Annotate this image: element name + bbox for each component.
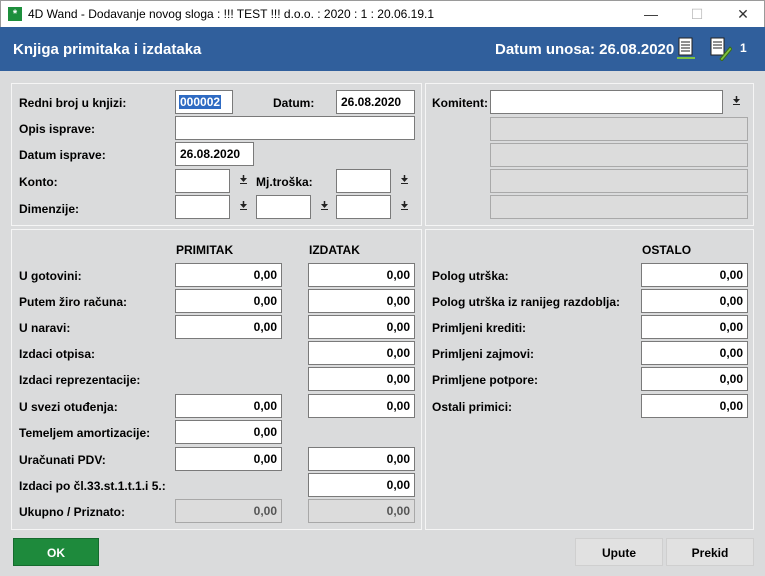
dimenzija-2-input[interactable] [256,195,311,219]
ostalo-header: OSTALO [642,243,692,257]
izdaci-cl33-label: Izdaci po čl.33.st.1.t.1.i 5.: [19,479,166,493]
dimenzija-3-input[interactable] [336,195,391,219]
datum-input[interactable]: 26.08.2020 [336,90,415,114]
ziro-racun-label: Putem žiro računa: [19,295,128,309]
opis-input[interactable] [175,116,415,140]
prekid-button[interactable]: Prekid [666,538,754,566]
window-titlebar: * 4D Wand - Dodavanje novog sloga : !!! … [0,0,765,27]
redni-broj-label: Redni broj u knjizi: [19,96,127,110]
u-naravi-primitak-input[interactable]: 0,00 [175,315,282,339]
download-arrow-icon [732,96,740,105]
close-button[interactable]: ✕ [720,1,765,28]
komitent-dropdown-button[interactable] [725,91,747,113]
komitent-detail-3 [490,169,748,193]
ukupno-primitak-value: 0,00 [175,499,282,523]
u-naravi-izdatak-input[interactable]: 0,00 [308,315,415,339]
edit-document-icon[interactable] [710,37,733,64]
u-svezi-otudjenja-primitak-input[interactable]: 0,00 [175,394,282,418]
primljene-potpore-label: Primljene potpore: [432,373,539,387]
ostali-primici-input[interactable]: 0,00 [641,394,748,418]
u-gotovini-izdatak-input[interactable]: 0,00 [308,263,415,287]
app-icon: * [8,7,22,21]
komitent-input[interactable] [490,90,723,114]
primljeni-krediti-input[interactable]: 0,00 [641,315,748,339]
amortizacija-primitak-input[interactable]: 0,00 [175,420,282,444]
redni-broj-value: 000002 [179,95,222,109]
download-arrow-icon [320,201,328,210]
komitent-detail-1 [490,117,748,141]
download-arrow-icon [239,175,247,184]
page-title: Knjiga primitaka i izdataka [13,41,202,58]
konto-input[interactable] [175,169,230,193]
dimenzija-1-input[interactable] [175,195,230,219]
primljeni-krediti-label: Primljeni krediti: [432,321,527,335]
polog-ranijeg-input[interactable]: 0,00 [641,289,748,313]
u-naravi-label: U naravi: [19,321,71,335]
amortizacija-label: Temeljem amortizacije: [19,426,151,440]
komitent-detail-4 [490,195,748,219]
ziro-racun-izdatak-input[interactable]: 0,00 [308,289,415,313]
izdatak-header: IZDATAK [309,243,360,257]
dimenzija-3-dropdown-button[interactable] [393,196,415,218]
u-svezi-otudjenja-izdatak-input[interactable]: 0,00 [308,394,415,418]
mj-troska-label: Mj.troška: [256,175,313,189]
download-arrow-icon [239,201,247,210]
uracunati-pdv-izdatak-input[interactable]: 0,00 [308,447,415,471]
ostali-primici-label: Ostali primici: [432,400,513,414]
datum-isprave-input[interactable]: 26.08.2020 [175,142,254,166]
dimenzija-1-dropdown-button[interactable] [232,196,254,218]
komitent-detail-2 [490,143,748,167]
form-header: Knjiga primitaka i izdataka Datum unosa:… [0,27,765,71]
ukupno-label: Ukupno / Priznato: [19,505,125,519]
ok-button[interactable]: OK [13,538,99,566]
download-arrow-icon [400,175,408,184]
izdaci-cl33-izdatak-input[interactable]: 0,00 [308,473,415,497]
primljene-potpore-input[interactable]: 0,00 [641,367,748,391]
izdaci-reprezentacije-label: Izdaci reprezentacije: [19,373,141,387]
minimize-button[interactable]: — [628,1,674,28]
mj-troska-dropdown-button[interactable] [393,170,415,192]
dimenzije-label: Dimenzije: [19,202,80,216]
polog-utrska-input[interactable]: 0,00 [641,263,748,287]
dimenzija-2-dropdown-button[interactable] [313,196,335,218]
uracunati-pdv-label: Uračunati PDV: [19,453,106,467]
u-gotovini-label: U gotovini: [19,269,82,283]
mj-troska-input[interactable] [336,169,391,193]
datum-isprave-label: Datum isprave: [19,148,106,162]
ziro-racun-primitak-input[interactable]: 0,00 [175,289,282,313]
u-svezi-otudjenja-label: U svezi otuđenja: [19,400,118,414]
maximize-button[interactable]: ☐ [674,1,720,28]
upute-button[interactable]: Upute [575,538,663,566]
primljeni-zajmovi-input[interactable]: 0,00 [641,341,748,365]
window-title: 4D Wand - Dodavanje novog sloga : !!! TE… [28,7,435,21]
u-gotovini-primitak-input[interactable]: 0,00 [175,263,282,287]
konto-label: Konto: [19,175,58,189]
izdaci-otpisa-label: Izdaci otpisa: [19,347,96,361]
redni-broj-input[interactable]: 000002 [175,90,233,114]
entry-date: Datum unosa: 26.08.2020 [495,41,675,58]
izdaci-reprezentacije-izdatak-input[interactable]: 0,00 [308,367,415,391]
opis-label: Opis isprave: [19,122,96,136]
datum-label: Datum: [273,96,315,110]
document-icon[interactable] [677,37,695,64]
primitak-header: PRIMITAK [176,243,234,257]
ukupno-izdatak-value: 0,00 [308,499,415,523]
polog-ranijeg-label: Polog utrška iz ranijeg razdoblja: [432,295,621,309]
primljeni-zajmovi-label: Primljeni zajmovi: [432,347,535,361]
komitent-label: Komitent: [432,96,488,110]
download-arrow-icon [400,201,408,210]
konto-dropdown-button[interactable] [232,170,254,192]
uracunati-pdv-primitak-input[interactable]: 0,00 [175,447,282,471]
polog-utrska-label: Polog utrška: [432,269,509,283]
izdaci-otpisa-izdatak-input[interactable]: 0,00 [308,341,415,365]
record-count: 1 [740,41,747,55]
